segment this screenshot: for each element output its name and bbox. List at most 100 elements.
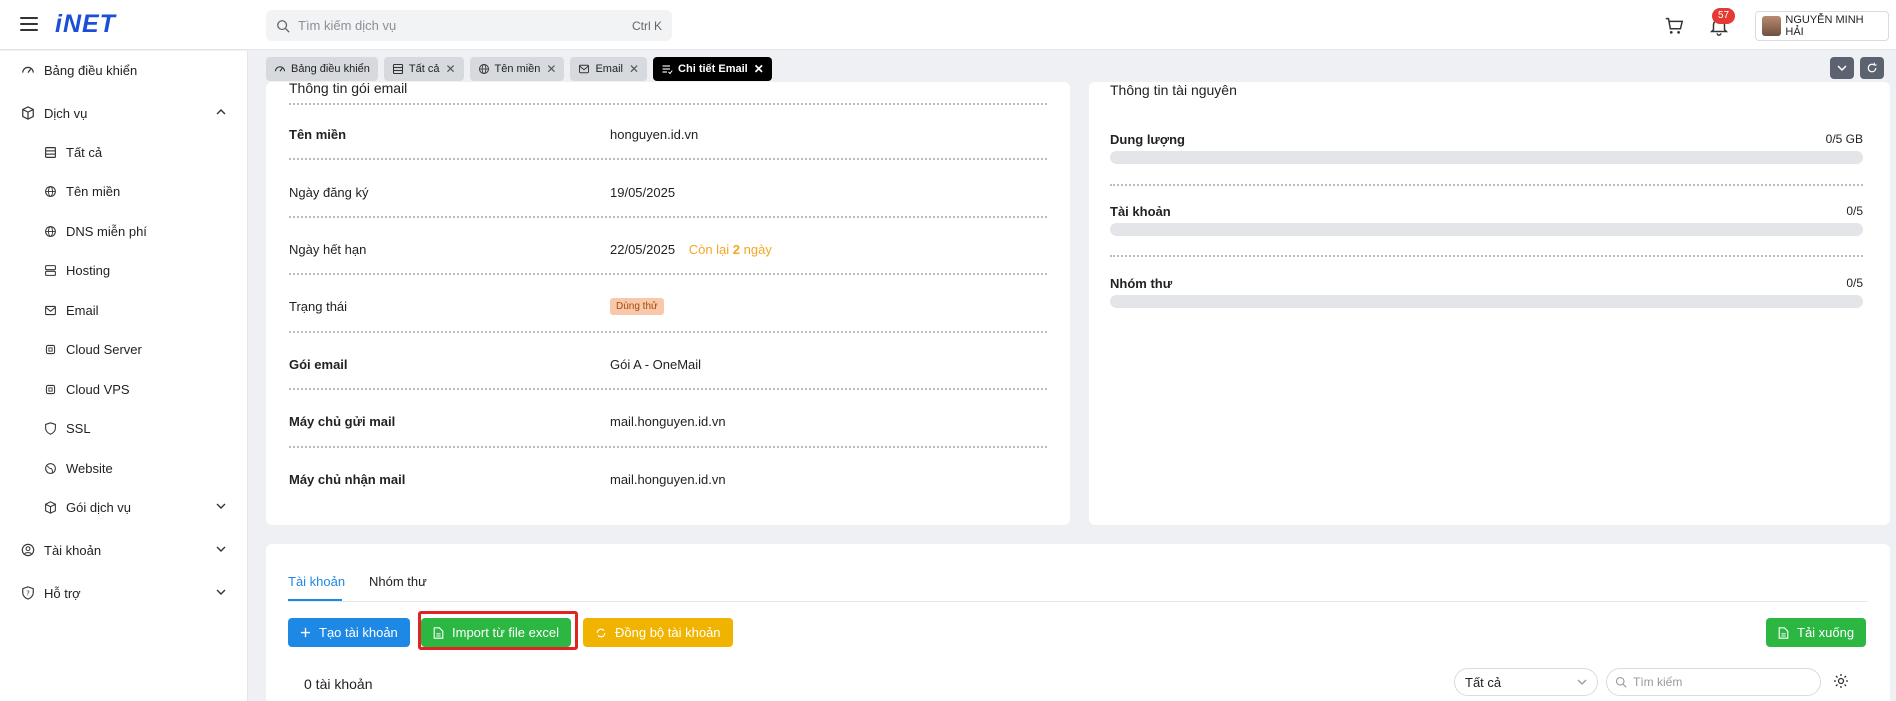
create-account-button[interactable]: Tạo tài khoản (288, 618, 410, 647)
progress-bar (1110, 151, 1863, 164)
refresh-button[interactable] (1860, 57, 1884, 79)
chevron-down-icon (216, 503, 226, 509)
cart-icon[interactable] (1663, 15, 1685, 37)
chevron-down-icon (1577, 679, 1587, 685)
divider (289, 273, 1047, 275)
sidebar-item-dashboard[interactable]: Bảng điều khiển (0, 53, 248, 87)
mail-icon (42, 302, 58, 318)
row-value: 19/05/2025 (610, 185, 676, 200)
sidebar-item-free-dns[interactable]: DNS miễn phí (0, 214, 248, 248)
sidebar-item-email[interactable]: Email (0, 293, 248, 327)
active-tab-indicator (288, 599, 342, 601)
row-label: Ngày đăng ký (289, 185, 369, 200)
sidebar-item-ssl[interactable]: SSL (0, 411, 248, 445)
tab-label: Email (595, 63, 623, 75)
sidebar-item-label: DNS miễn phí (66, 223, 147, 239)
close-icon[interactable]: ✕ (445, 62, 455, 76)
brand-logo[interactable]: iNET (55, 10, 116, 39)
sidebar-item-services[interactable]: Dịch vụ (0, 96, 248, 130)
avatar (1762, 16, 1782, 36)
web-icon (42, 460, 58, 476)
chevron-down-icon (216, 546, 226, 552)
sync-accounts-button[interactable]: Đồng bộ tài khoản (583, 618, 733, 647)
row-label: Ngày hết hạn (289, 242, 367, 257)
tab-divider (288, 601, 1868, 602)
row-value: Gói A - OneMail (610, 357, 702, 372)
filter-select[interactable]: Tất cả (1454, 668, 1598, 696)
row-value: mail.honguyen.id.vn (610, 472, 726, 487)
sidebar-item-label: Tên miền (66, 183, 121, 199)
tabs-dropdown-button[interactable] (1830, 57, 1854, 79)
cpu-icon (42, 341, 58, 357)
account-search-input[interactable]: Tìm kiếm (1606, 668, 1821, 696)
remaining-prefix: Còn lại (688, 242, 730, 257)
close-icon[interactable]: ✕ (629, 62, 639, 76)
tab-all[interactable]: Tất cả ✕ (383, 57, 464, 81)
sidebar-item-domains[interactable]: Tên miền (0, 174, 248, 208)
tab-label: Chi tiết Email (678, 63, 748, 75)
globe-icon (42, 223, 58, 239)
info-row-registered: Ngày đăng ký 19/05/2025 (289, 185, 1047, 243)
gear-icon[interactable] (1833, 673, 1849, 689)
download-button[interactable]: Tải xuống (1766, 618, 1867, 647)
account-count: 0 tài khoản (304, 676, 373, 692)
sidebar-item-cloud-server[interactable]: Cloud Server (0, 332, 248, 366)
sidebar-item-website[interactable]: Website (0, 451, 248, 485)
resource-value: 0/5 (1846, 276, 1863, 290)
tab-mail-groups[interactable]: Nhóm thư (369, 574, 427, 589)
mail-icon (578, 63, 590, 75)
user-name: NGUYỄN MINH HẢI (1785, 14, 1864, 38)
sidebar-item-hosting[interactable]: Hosting (0, 253, 248, 287)
menu-icon[interactable] (20, 17, 38, 31)
sidebar-item-label: Bảng điều khiển (44, 62, 138, 78)
resources-card: Thông tin tài nguyên Dung lượng 0/5 GB T… (1089, 82, 1890, 525)
info-row-imap: Máy chủ nhận mail mail.honguyen.id.vn (289, 472, 1047, 525)
user-circle-icon (20, 542, 36, 558)
server-icon (42, 262, 58, 278)
tab-dashboard[interactable]: Bảng điều khiển (266, 57, 378, 81)
sidebar-item-support[interactable]: ? Hỗ trợ (0, 576, 248, 610)
row-value: honguyen.id.vn (610, 127, 699, 142)
tab-accounts[interactable]: Tài khoản (288, 574, 345, 589)
tab-label: Tất cả (408, 63, 440, 75)
notification-badge: 57 (1712, 8, 1736, 24)
info-row-package: Gói email Gói A - OneMail (289, 357, 1047, 415)
divider (1110, 184, 1863, 186)
close-icon[interactable]: ✕ (754, 62, 764, 76)
sidebar-item-label: Dịch vụ (44, 105, 88, 121)
table-icon (392, 63, 404, 75)
sidebar-item-service-packages[interactable]: Gói dịch vụ (0, 490, 248, 524)
row-label: Máy chủ nhận mail (289, 472, 406, 487)
sidebar-item-label: SSL (66, 420, 91, 436)
search-placeholder: Tìm kiếm dịch vụ (298, 18, 397, 33)
expiry-date: 22/05/2025 (610, 242, 676, 257)
tab-email-detail[interactable]: Chi tiết Email ✕ (653, 57, 772, 81)
divider (289, 158, 1047, 160)
top-header: iNET Tìm kiếm dịch vụ Ctrl K 57 NGUYỄN M… (0, 0, 1896, 50)
tab-domains[interactable]: Tên miền ✕ (469, 57, 565, 81)
search-icon (277, 19, 290, 33)
info-row-domain: Tên miền honguyen.id.vn (289, 127, 1047, 185)
info-row-expiry: Ngày hết hạn 22/05/2025 Còn lại 2 ngày (289, 242, 1047, 300)
sidebar-item-all[interactable]: Tất cả (0, 135, 248, 169)
user-menu[interactable]: NGUYỄN MINH HẢI (1755, 11, 1889, 41)
divider (289, 388, 1047, 390)
tab-email[interactable]: Email ✕ (570, 57, 648, 81)
remaining-count: 2 (732, 242, 741, 257)
service-search-input[interactable]: Tìm kiếm dịch vụ Ctrl K (266, 10, 672, 41)
sync-icon (595, 627, 607, 639)
chevron-up-icon (216, 109, 226, 115)
resource-value: 0/5 GB (1825, 132, 1863, 146)
sidebar-item-cloud-vps[interactable]: Cloud VPS (0, 372, 248, 406)
gauge-icon (274, 63, 286, 75)
list-icon (661, 63, 673, 75)
divider (289, 103, 1047, 105)
resource-label: Nhóm thư (1110, 276, 1173, 291)
divider (289, 446, 1047, 448)
tab-label: Tên miền (494, 63, 541, 75)
table-icon (42, 144, 58, 160)
close-icon[interactable]: ✕ (546, 62, 556, 76)
row-label: Máy chủ gửi mail (289, 414, 396, 429)
cube-icon (20, 105, 36, 121)
sidebar-item-account[interactable]: Tài khoản (0, 533, 248, 567)
